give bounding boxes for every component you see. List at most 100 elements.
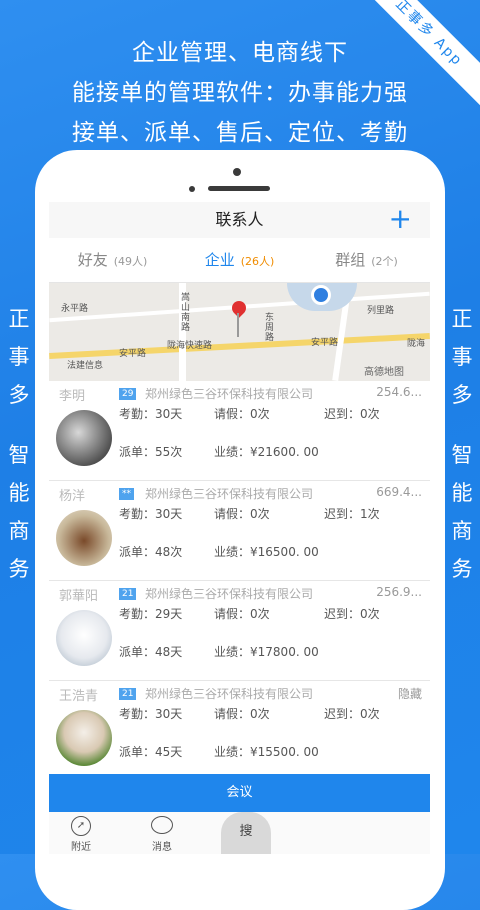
tab-label: 群组	[335, 251, 366, 269]
performance-value: ¥17800. 00	[250, 645, 319, 659]
attendance-value: 29天	[155, 607, 183, 621]
avatar	[56, 710, 112, 766]
contact-row[interactable]: 李明 29 郑州绿色三谷环保科技有限公司 254.6... 考勤：30天 请假：…	[49, 381, 430, 481]
tab-enterprise[interactable]: 企业 (26人)	[176, 238, 303, 282]
company-name: 郑州绿色三谷环保科技有限公司	[145, 387, 314, 401]
dispatch-value: 55次	[155, 445, 183, 459]
attendance-label: 考勤：	[119, 507, 156, 521]
map-label: 嵩山南路	[181, 293, 191, 333]
sensor-dot	[189, 186, 195, 192]
leave-label: 请假：	[214, 507, 251, 521]
dispatch-label: 派单：	[119, 645, 156, 659]
performance-value: ¥16500. 00	[250, 545, 319, 559]
dispatch-value: 48次	[155, 545, 183, 559]
map-label: 永平路	[61, 304, 89, 314]
contact-name: 王浩青	[59, 689, 99, 704]
tab-groups[interactable]: 群组 (2个)	[303, 238, 430, 282]
vchar: 商	[8, 519, 30, 543]
speaker-grille	[208, 186, 270, 191]
performance-value: ¥15500. 00	[250, 745, 319, 759]
nav-nearby[interactable]: ➚ 附近	[71, 816, 91, 853]
distance: 隐藏	[397, 687, 422, 701]
nav-label: 搜	[239, 824, 253, 839]
distance: 256.9...	[376, 585, 422, 599]
add-contact-button[interactable]: +	[389, 202, 412, 236]
level-badge: 21	[119, 588, 137, 600]
tab-label: 好友	[77, 251, 108, 269]
leave-value: 0次	[250, 607, 270, 621]
avatar	[56, 410, 112, 466]
attendance-value: 30天	[155, 507, 183, 521]
location-map[interactable]: 永平路 嵩山南路 陇海快速路 安平路 安平路 陇海 东周路 列里路 法建信息 高…	[49, 283, 430, 381]
attendance-label: 考勤：	[119, 407, 156, 421]
tab-count: (26人)	[240, 255, 275, 268]
nav-label: 附近	[71, 842, 91, 853]
vchar: 正	[451, 307, 473, 331]
current-location-icon	[311, 285, 331, 305]
company-name: 郑州绿色三谷环保科技有限公司	[145, 587, 314, 601]
right-vertical-text: 正 事 多 智 能 商 务	[447, 300, 477, 588]
leave-value: 0次	[250, 707, 270, 721]
contact-name: 李明	[59, 389, 86, 404]
tab-count: (2个)	[371, 255, 398, 268]
map-pin-stem	[237, 313, 239, 337]
vchar: 务	[8, 557, 30, 581]
bottom-nav: ➚ 附近 消息 搜	[49, 812, 430, 854]
vchar: 务	[451, 557, 473, 581]
vchar: 能	[451, 481, 473, 505]
nav-search[interactable]: 搜	[221, 812, 271, 854]
vchar: 正	[8, 307, 30, 331]
nav-messages[interactable]: 消息	[151, 816, 173, 853]
level-badge: 21	[119, 688, 137, 700]
contact-row[interactable]: 杨洋 ** 郑州绿色三谷环保科技有限公司 669.4... 考勤：30天 请假：…	[49, 481, 430, 581]
map-label: 陇海	[407, 339, 426, 349]
map-label: 列里路	[367, 306, 395, 316]
level-badge: 29	[119, 388, 137, 400]
dispatch-label: 派单：	[119, 545, 156, 559]
distance: 254.6...	[376, 385, 422, 399]
leave-value: 0次	[250, 507, 270, 521]
vchar: 事	[451, 345, 473, 369]
headline-line1: 企业管理、电商线下	[132, 40, 348, 66]
dispatch-label: 派单：	[119, 445, 156, 459]
late-value: 1次	[360, 507, 380, 521]
late-label: 迟到：	[324, 507, 361, 521]
tab-friends[interactable]: 好友 (49人)	[49, 238, 176, 282]
headline-line3: 接单、派单、售后、定位、考勤	[72, 120, 408, 146]
title-bar: 联系人 +	[49, 202, 430, 238]
app-screen: 联系人 + 好友 (49人) 企业 (26人) 群组 (2个) 永平路 嵩山南路 陇海…	[49, 202, 430, 854]
tab-label: 企业	[204, 251, 235, 269]
map-label: 安平路	[119, 349, 147, 359]
map-label: 安平路	[311, 338, 339, 348]
performance-label: 业绩：	[214, 445, 251, 459]
late-label: 迟到：	[324, 407, 361, 421]
company-name: 郑州绿色三谷环保科技有限公司	[145, 487, 314, 501]
left-vertical-text: 正 事 多 智 能 商 务	[4, 300, 34, 588]
vchar: 智	[451, 443, 473, 467]
avatar	[56, 610, 112, 666]
map-road	[49, 333, 430, 359]
map-provider-logo: 高德地图	[364, 367, 404, 378]
attendance-label: 考勤：	[119, 607, 156, 621]
avatar	[56, 510, 112, 566]
dispatch-value: 45天	[155, 745, 183, 759]
vchar: 事	[8, 345, 30, 369]
performance-label: 业绩：	[214, 545, 251, 559]
dispatch-value: 48天	[155, 645, 183, 659]
meeting-button[interactable]: 会议	[49, 774, 430, 812]
leave-label: 请假：	[214, 407, 251, 421]
late-value: 0次	[360, 607, 380, 621]
map-pin-icon	[229, 298, 249, 318]
late-label: 迟到：	[324, 707, 361, 721]
compass-icon: ➚	[71, 816, 91, 836]
leave-label: 请假：	[214, 607, 251, 621]
distance: 669.4...	[376, 485, 422, 499]
headline-line2: 能接单的管理软件：办事能力强	[72, 80, 408, 106]
company-name: 郑州绿色三谷环保科技有限公司	[145, 687, 314, 701]
camera-icon	[233, 168, 241, 176]
contact-row[interactable]: 王浩青 21 郑州绿色三谷环保科技有限公司 隐藏 考勤：30天 请假：0次 迟到…	[49, 681, 430, 781]
leave-value: 0次	[250, 407, 270, 421]
nav-label: 消息	[152, 842, 172, 853]
contact-row[interactable]: 郭華阳 21 郑州绿色三谷环保科技有限公司 256.9... 考勤：29天 请假…	[49, 581, 430, 681]
vchar: 能	[8, 481, 30, 505]
